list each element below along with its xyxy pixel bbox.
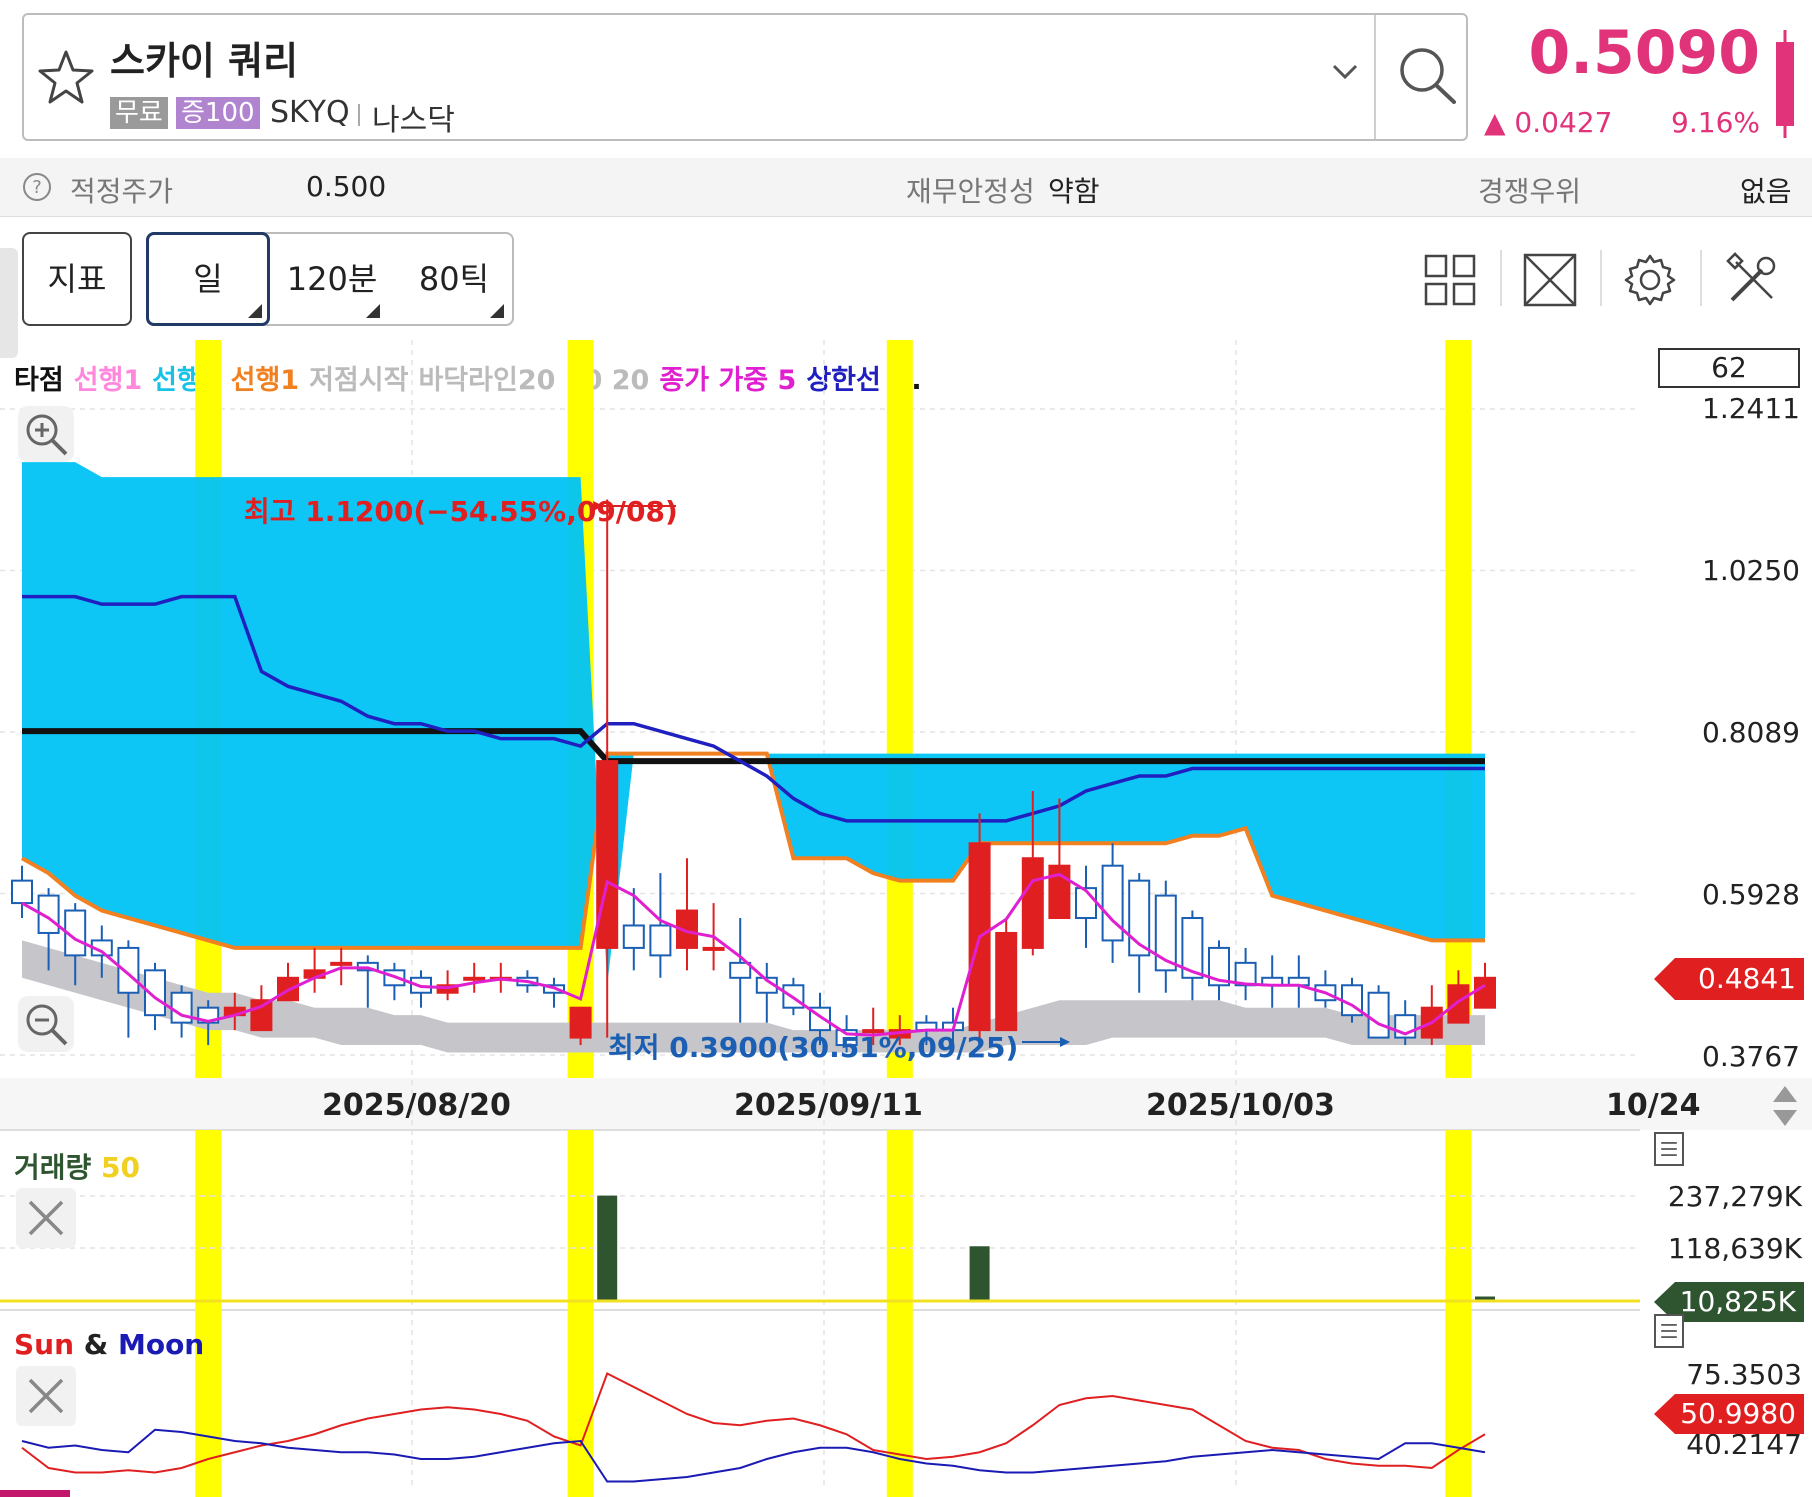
chevron-down-icon[interactable]	[1330, 62, 1360, 82]
candle-body	[1447, 984, 1470, 1024]
volume-bar	[969, 1246, 990, 1302]
candle-body	[11, 879, 33, 905]
volume-bar	[597, 1195, 618, 1302]
highlight-column	[886, 1130, 913, 1497]
scroll-indicator	[0, 1490, 70, 1497]
free-badge: 무료	[110, 97, 168, 129]
osc-title-moon: Moon	[117, 1328, 205, 1361]
divider	[1374, 15, 1376, 139]
divider	[1700, 250, 1702, 306]
close-icon[interactable]	[16, 1366, 76, 1426]
candle-body	[1101, 864, 1124, 942]
ichimoku-cloud	[22, 462, 1485, 986]
candle-body	[649, 924, 672, 957]
highlight-column	[195, 1130, 222, 1497]
fair-price-label: 적정주가	[70, 175, 174, 208]
scroll-arrows-icon[interactable]	[1770, 1084, 1800, 1128]
competitive-value: 없음	[1740, 175, 1792, 208]
osc-current-tag: 50.9980	[1654, 1394, 1804, 1434]
zoom-out-icon[interactable]	[18, 996, 74, 1052]
osc-title-sun: Sun	[14, 1328, 75, 1361]
star-icon[interactable]	[34, 46, 98, 110]
current-price: 0.5090	[1528, 18, 1760, 88]
candle-body	[463, 976, 486, 981]
stability-label: 재무안정성	[906, 175, 1035, 208]
volume-y-label: 118,639K	[1667, 1232, 1802, 1265]
candle-body	[1474, 976, 1496, 1009]
price-change: ▲ 0.0427	[1484, 106, 1613, 139]
candle-body	[729, 961, 752, 979]
separator	[358, 104, 360, 126]
highlight-column	[1445, 340, 1472, 1078]
moon-line	[21, 1428, 1486, 1483]
y-axis-label: 0.5928	[1702, 878, 1800, 911]
y-axis-label: 0.3767	[1702, 1040, 1800, 1073]
volume-title-period: 50	[101, 1151, 140, 1184]
layout-grid-icon[interactable]	[1420, 250, 1480, 310]
menu-icon[interactable]	[1654, 1132, 1684, 1166]
y-axis-label: 1.0250	[1702, 554, 1800, 587]
candle-body	[995, 931, 1018, 1032]
x-axis-label: 10/24	[1606, 1088, 1701, 1123]
highlight-column	[886, 340, 913, 1078]
candle-body	[117, 946, 140, 994]
svg-text:?: ?	[32, 177, 42, 198]
stock-name: 스카이 쿼리	[110, 39, 299, 83]
candle-body	[1367, 991, 1390, 1039]
sun-line	[21, 1372, 1486, 1474]
y-axis-label: 1.2411	[1702, 392, 1800, 425]
competitive-label: 경쟁우위	[1478, 175, 1582, 208]
candle-body	[702, 946, 725, 951]
candle-body	[569, 1006, 592, 1039]
price-change-percent: 9.16%	[1671, 106, 1760, 139]
volume-title-main: 거래량	[14, 1151, 92, 1184]
volume-title: 거래량 50	[14, 1146, 140, 1186]
x-axis-label: 2025/09/11	[734, 1088, 923, 1123]
candle-body	[330, 961, 353, 966]
corner-triangle-icon	[366, 304, 380, 318]
candle-body	[1021, 857, 1044, 949]
menu-icon[interactable]	[1654, 1314, 1684, 1348]
ticker-symbol: SKYQ	[270, 95, 350, 130]
y-axis-label: 0.8089	[1702, 716, 1800, 749]
fair-price-value: 0.500	[306, 170, 387, 203]
mini-candle-icon	[1776, 30, 1794, 138]
zoom-in-icon[interactable]	[18, 406, 74, 462]
x-axis-label: 2025/08/20	[322, 1088, 511, 1123]
close-icon[interactable]	[16, 1188, 76, 1248]
divider	[1600, 250, 1602, 306]
current-price-tag: 0.4841	[1654, 958, 1804, 1000]
osc-y-label: 75.3503	[1686, 1358, 1802, 1391]
highlight-column	[1445, 1130, 1472, 1497]
margin-badge: 증100	[176, 97, 260, 129]
exchange-name: 나스닥	[372, 103, 455, 138]
volume-y-label: 237,279K	[1667, 1180, 1802, 1213]
gear-icon[interactable]	[1620, 250, 1680, 310]
corner-triangle-icon	[248, 304, 262, 318]
osc-title: Sun & Moon	[14, 1328, 204, 1361]
divider	[1500, 250, 1502, 306]
x-axis-label: 2025/10/03	[1146, 1088, 1335, 1123]
fullscreen-icon[interactable]	[1520, 250, 1580, 310]
stability-value: 약함	[1048, 175, 1100, 208]
indicator-button[interactable]: 지표	[22, 232, 132, 326]
help-icon[interactable]: ?	[22, 172, 52, 202]
candle-body	[596, 760, 619, 949]
high-annotation: 최고 1.1200(−54.55%,09/08)	[244, 495, 678, 528]
candle-body	[622, 924, 645, 949]
osc-title-and: &	[83, 1328, 109, 1361]
corner-triangle-icon	[490, 304, 504, 318]
low-annotation: 최저 0.3900(30.51%,09/25)	[608, 1031, 1019, 1064]
tools-icon[interactable]	[1722, 250, 1782, 310]
search-icon[interactable]	[1392, 42, 1462, 112]
